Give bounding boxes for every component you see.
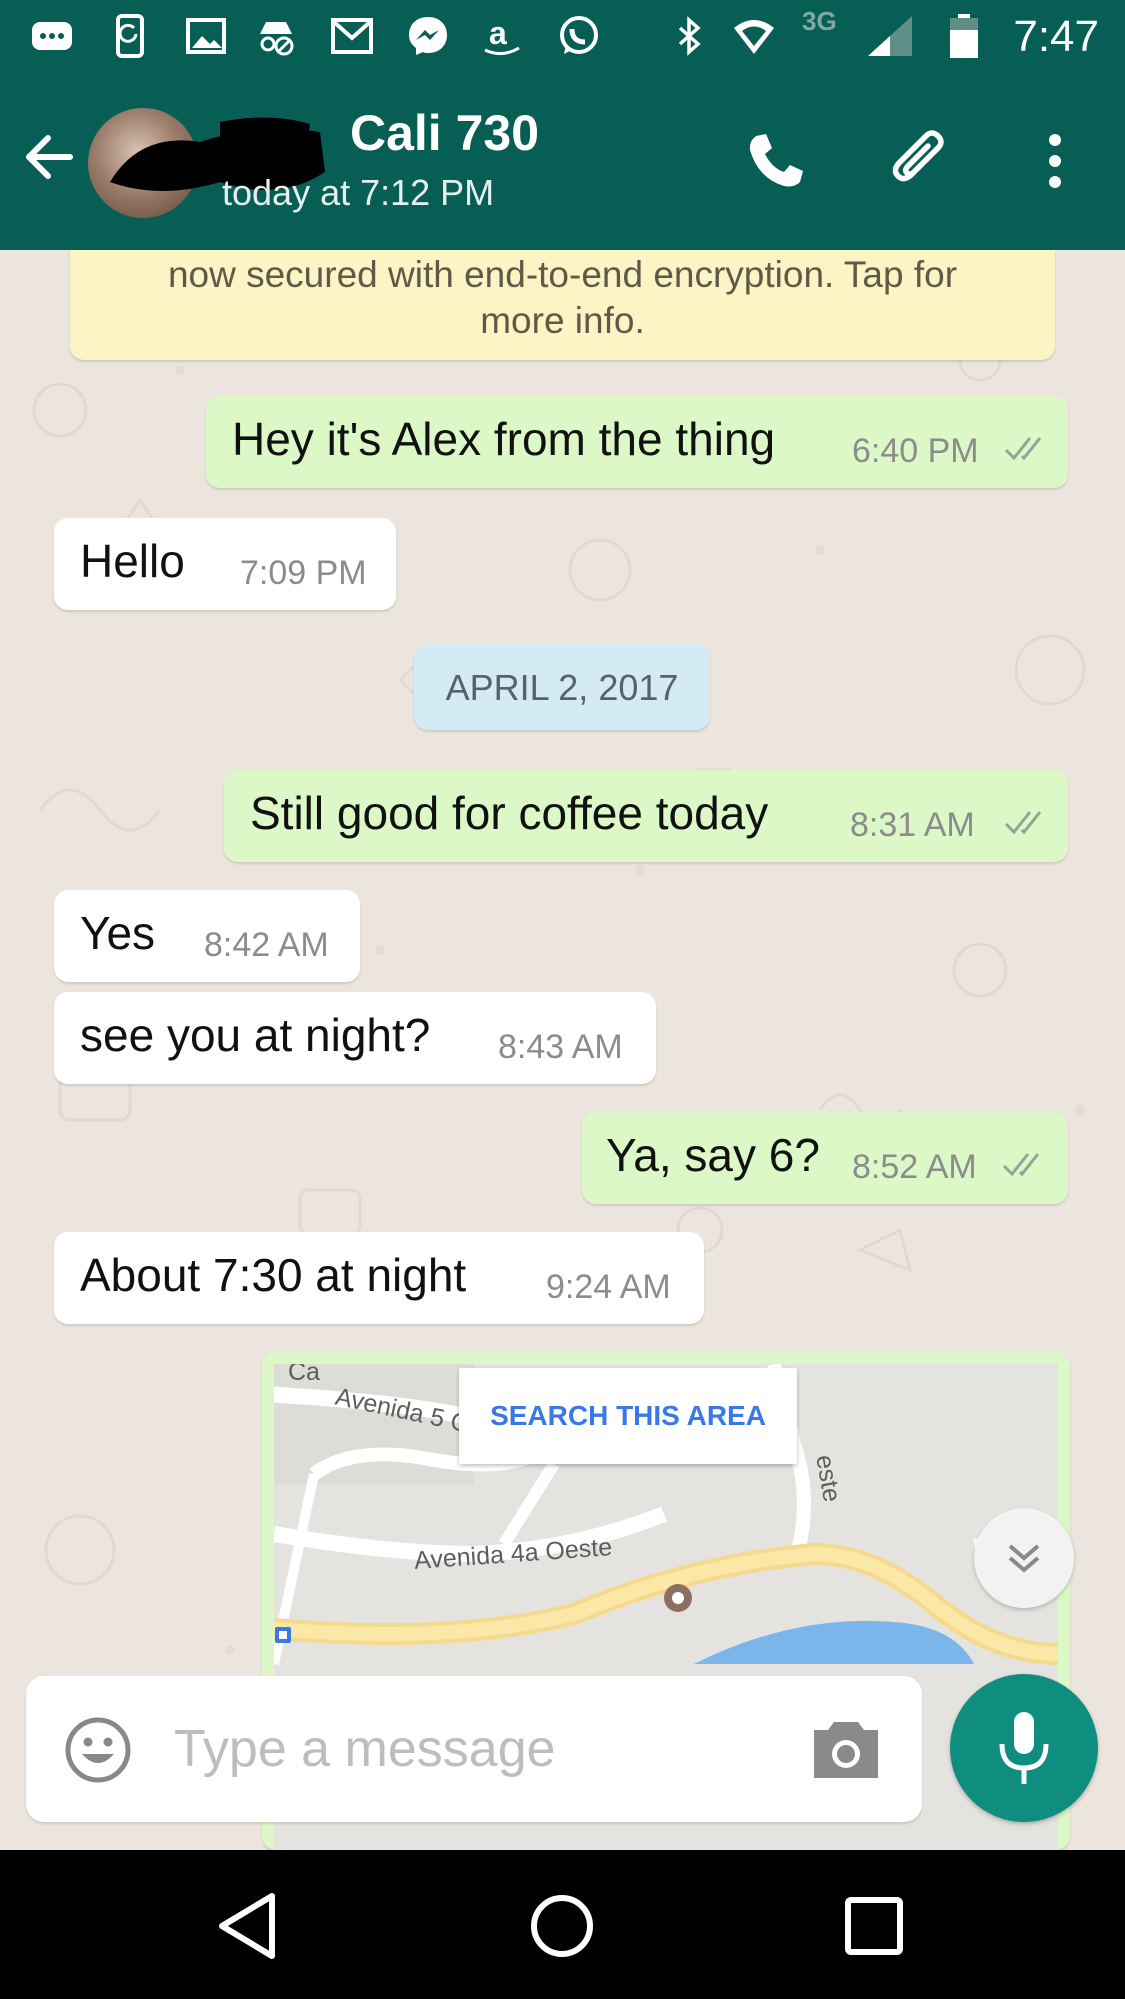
nav-recents-icon[interactable] bbox=[834, 1886, 914, 1966]
message-text: Still good for coffee today bbox=[250, 787, 769, 839]
nav-back-icon[interactable] bbox=[210, 1886, 290, 1966]
message-bubble-incoming[interactable]: see you at night? 8:43 AM bbox=[54, 992, 656, 1084]
signal-icon bbox=[868, 16, 912, 56]
chat-area[interactable]: now secured with end-to-end encryption. … bbox=[0, 250, 1125, 1850]
message-time: 8:31 AM bbox=[850, 806, 975, 844]
clock: 7:47 bbox=[1013, 12, 1099, 61]
message-time: 7:09 PM bbox=[240, 554, 367, 592]
svg-text:a: a bbox=[489, 15, 507, 51]
wifi-icon bbox=[734, 20, 774, 54]
system-navigation-bar bbox=[0, 1850, 1125, 1999]
encryption-notice-line-2: more info. bbox=[480, 300, 645, 341]
map-transit-icon bbox=[275, 1627, 291, 1643]
messenger-icon bbox=[409, 17, 447, 55]
amazon-icon: a bbox=[484, 15, 520, 55]
battery-icon bbox=[950, 14, 978, 58]
message-time: 8:42 AM bbox=[204, 926, 329, 964]
map-label: Ca bbox=[288, 1364, 320, 1386]
read-receipt-icon bbox=[1004, 811, 1042, 835]
attach-icon[interactable] bbox=[890, 128, 956, 194]
date-divider-text: APRIL 2, 2017 bbox=[445, 667, 679, 708]
message-bubble-incoming[interactable]: Yes 8:42 AM bbox=[54, 890, 360, 982]
status-bar: a 3G 7:47 bbox=[0, 0, 1125, 74]
message-bubble-outgoing[interactable]: Hey it's Alex from the thing 6:40 PM bbox=[206, 396, 1068, 488]
scroll-to-bottom-button[interactable] bbox=[974, 1508, 1074, 1608]
camera-icon[interactable] bbox=[810, 1716, 882, 1782]
message-time: 8:52 AM bbox=[852, 1148, 977, 1186]
message-bubble-incoming[interactable]: Hello 7:09 PM bbox=[54, 518, 396, 610]
message-text: About 7:30 at night bbox=[80, 1249, 467, 1301]
message-time: 9:24 AM bbox=[546, 1268, 671, 1306]
bluetooth-icon bbox=[678, 16, 701, 56]
call-icon[interactable] bbox=[742, 128, 808, 194]
message-time: 8:43 AM bbox=[498, 1028, 623, 1066]
message-input[interactable] bbox=[174, 1706, 794, 1792]
encryption-notice-text: now secured with end-to-end encryption. … bbox=[90, 252, 1035, 344]
read-receipt-icon bbox=[1004, 437, 1042, 461]
message-text: see you at night? bbox=[80, 1009, 431, 1061]
double-chevron-down-icon bbox=[1008, 1544, 1040, 1573]
message-composer bbox=[26, 1676, 922, 1822]
message-icon bbox=[32, 22, 72, 50]
read-receipt-icon bbox=[1002, 1153, 1040, 1177]
back-arrow-icon[interactable] bbox=[18, 126, 80, 188]
incognito-icon bbox=[260, 22, 294, 56]
message-text: Ya, say 6? bbox=[606, 1129, 820, 1181]
encryption-notice[interactable]: now secured with end-to-end encryption. … bbox=[70, 250, 1055, 360]
message-bubble-outgoing[interactable]: Ya, say 6? 8:52 AM bbox=[582, 1112, 1068, 1204]
nav-home-icon[interactable] bbox=[522, 1886, 602, 1966]
encryption-notice-line-1: now secured with end-to-end encryption. … bbox=[167, 254, 958, 295]
phone-sync-icon bbox=[116, 14, 144, 58]
date-divider: APRIL 2, 2017 bbox=[414, 644, 710, 730]
last-seen-status: today at 7:12 PM bbox=[222, 172, 495, 213]
map-poi-icon bbox=[664, 1584, 692, 1612]
message-text: Yes bbox=[80, 907, 156, 959]
message-time: 6:40 PM bbox=[852, 432, 979, 470]
contact-name[interactable]: Cali 730 bbox=[350, 104, 539, 162]
microphone-icon bbox=[999, 1712, 1049, 1784]
message-bubble-incoming[interactable]: About 7:30 at night 9:24 AM bbox=[54, 1232, 704, 1324]
network-type-label: 3G bbox=[802, 6, 837, 36]
message-text: Hey it's Alex from the thing bbox=[232, 413, 776, 465]
message-bubble-outgoing[interactable]: Still good for coffee today 8:31 AM bbox=[224, 770, 1068, 862]
message-text: Hello bbox=[80, 535, 185, 587]
whatsapp-icon bbox=[560, 16, 598, 54]
image-icon bbox=[186, 18, 226, 54]
more-vert-icon[interactable] bbox=[1040, 128, 1070, 194]
voice-message-button[interactable] bbox=[950, 1674, 1098, 1822]
emoji-icon[interactable] bbox=[64, 1716, 132, 1784]
chat-header: Cali 730 today at 7:12 PM bbox=[0, 74, 1125, 250]
gmail-icon bbox=[331, 18, 373, 54]
search-this-area-button[interactable]: SEARCH THIS AREA bbox=[459, 1368, 797, 1464]
search-this-area-label: SEARCH THIS AREA bbox=[490, 1400, 766, 1431]
